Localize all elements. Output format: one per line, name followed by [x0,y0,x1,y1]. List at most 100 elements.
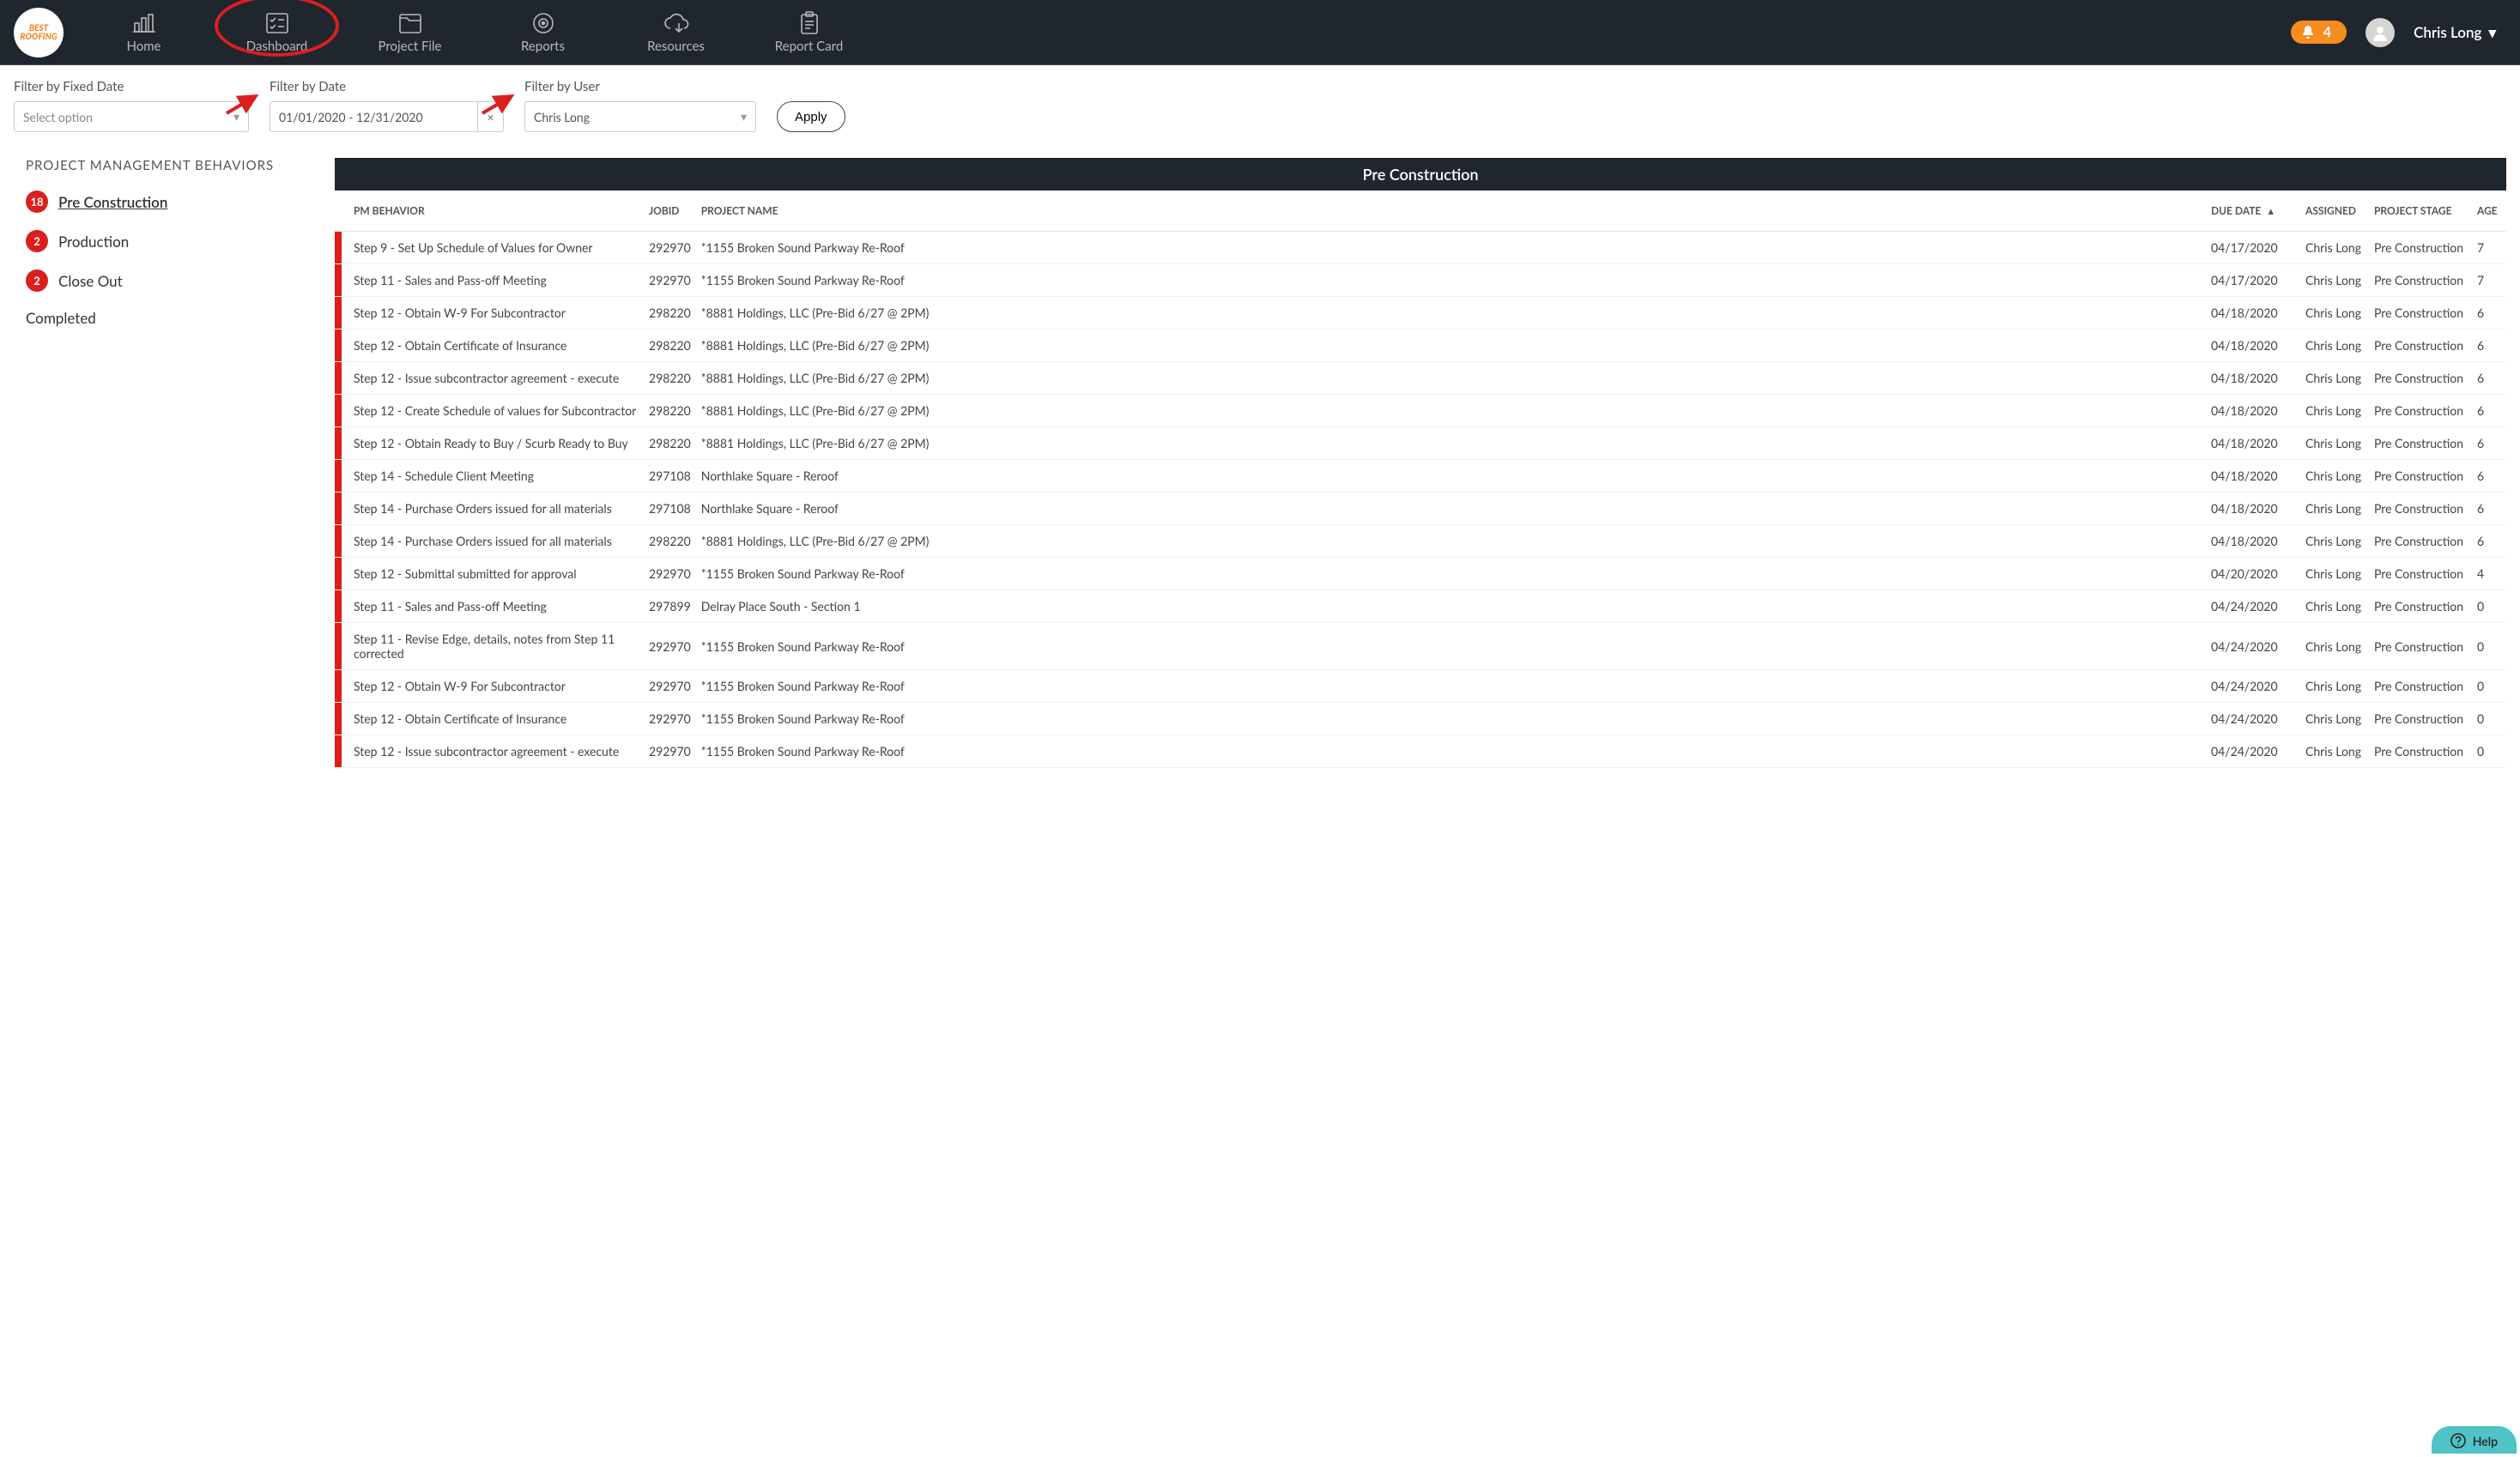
table-row[interactable]: Step 14 - Schedule Client Meeting297108N… [335,460,2506,493]
cell-pm-behavior: Step 12 - Create Schedule of values for … [354,403,636,418]
table-row[interactable]: Step 9 - Set Up Schedule of Values for O… [335,232,2506,264]
sidebar-item-production[interactable]: 2 Production [26,230,318,252]
cell-pm-behavior: Step 12 - Obtain Certificate of Insuranc… [354,338,566,353]
caret-down-icon: ▾ [233,109,239,124]
status-bar [335,297,342,329]
table-row[interactable]: Step 12 - Issue subcontractor agreement … [335,735,2506,768]
section-header: Pre Construction [335,158,2506,190]
caret-down-icon: ▾ [2488,23,2496,42]
table-row[interactable]: Step 12 - Create Schedule of values for … [335,395,2506,427]
help-label: Help [2473,1434,2498,1448]
sidebar-item-close-out[interactable]: 2 Close Out [26,269,318,292]
cell-jobid: 297108 [644,460,696,493]
cell-project-name: *1155 Broken Sound Parkway Re-Roof [696,264,2206,297]
nav-resources[interactable]: Resources [609,0,742,64]
sidebar-item-pre-construction[interactable]: 18 Pre Construction [26,190,318,213]
table-row[interactable]: Step 11 - Sales and Pass-off Meeting2978… [335,590,2506,623]
nav-label: Resources [647,39,705,54]
cell-project-name: *8881 Holdings, LLC (Pre-Bid 6/27 @ 2PM) [696,395,2206,427]
notifications-count: 4 [2323,24,2331,40]
nav-home[interactable]: Home [77,0,210,64]
table-header-row: PM BEHAVIOR JOBID PROJECT NAME DUE DATE … [335,190,2506,232]
cell-project-stage: Pre Construction [2369,558,2472,590]
nav-report-card[interactable]: Report Card [742,0,875,64]
cell-age: 4 [2472,558,2506,590]
cell-project-name: *1155 Broken Sound Parkway Re-Roof [696,232,2206,264]
table-row[interactable]: Step 12 - Obtain Certificate of Insuranc… [335,703,2506,735]
status-bar [335,395,342,426]
notifications-pill[interactable]: 4 [2291,21,2347,44]
filters-row: Filter by Fixed Date Select option ▾ Fil… [0,65,2520,141]
table-row[interactable]: Step 12 - Obtain Ready to Buy / Scurb Re… [335,427,2506,460]
brand-logo[interactable]: BEST ROOFING [0,0,77,64]
select-value: Chris Long [534,110,590,124]
cell-due-date: 04/17/2020 [2206,232,2300,264]
filter-fixed-date-label: Filter by Fixed Date [14,79,249,94]
count-badge: 2 [26,230,48,252]
filter-date-input[interactable]: 01/01/2020 - 12/31/2020 [270,101,478,132]
cell-jobid: 292970 [644,735,696,768]
cell-age: 0 [2472,703,2506,735]
filter-date-value: 01/01/2020 - 12/31/2020 [279,110,423,124]
nav-label: Dashboard [246,39,307,54]
help-widget[interactable]: Help [2432,1426,2517,1454]
user-avatar[interactable] [2366,18,2395,47]
cell-pm-behavior: Step 11 - Sales and Pass-off Meeting [354,599,547,614]
cell-due-date: 04/18/2020 [2206,493,2300,525]
cell-project-stage: Pre Construction [2369,427,2472,460]
cell-project-name: *8881 Holdings, LLC (Pre-Bid 6/27 @ 2PM) [696,297,2206,329]
table-row[interactable]: Step 12 - Obtain W-9 For Subcontractor29… [335,297,2506,329]
cell-project-name: *1155 Broken Sound Parkway Re-Roof [696,735,2206,768]
filter-fixed-date-select[interactable]: Select option ▾ [14,101,249,132]
cell-due-date: 04/18/2020 [2206,362,2300,395]
table-row[interactable]: Step 14 - Purchase Orders issued for all… [335,493,2506,525]
cell-pm-behavior: Step 11 - Revise Edge, details, notes fr… [354,632,615,661]
col-jobid[interactable]: JOBID [644,190,696,232]
cell-project-name: *8881 Holdings, LLC (Pre-Bid 6/27 @ 2PM) [696,329,2206,362]
col-project-name[interactable]: PROJECT NAME [696,190,2206,232]
cell-project-name: *8881 Holdings, LLC (Pre-Bid 6/27 @ 2PM) [696,525,2206,558]
cell-age: 6 [2472,427,2506,460]
table-row[interactable]: Step 14 - Purchase Orders issued for all… [335,525,2506,558]
nav-project-file[interactable]: Project File [343,0,476,64]
nav-dashboard[interactable]: Dashboard [210,0,343,64]
cell-jobid: 298220 [644,395,696,427]
filter-date-clear[interactable]: × [478,101,504,132]
topbar-right: 4 Chris Long ▾ [2291,0,2520,64]
filter-user-select[interactable]: Chris Long ▾ [524,101,756,132]
table-row[interactable]: Step 12 - Obtain W-9 For Subcontractor29… [335,670,2506,703]
cell-jobid: 292970 [644,670,696,703]
cell-project-stage: Pre Construction [2369,623,2472,670]
help-icon [2450,1433,2466,1448]
cell-project-name: *8881 Holdings, LLC (Pre-Bid 6/27 @ 2PM) [696,362,2206,395]
table-row[interactable]: Step 12 - Submittal submitted for approv… [335,558,2506,590]
col-pm-behavior[interactable]: PM BEHAVIOR [335,190,644,232]
nav-reports[interactable]: Reports [476,0,609,64]
table-row[interactable]: Step 11 - Sales and Pass-off Meeting2929… [335,264,2506,297]
apply-button[interactable]: Apply [777,101,845,132]
table-row[interactable]: Step 12 - Issue subcontractor agreement … [335,362,2506,395]
cell-pm-behavior: Step 14 - Purchase Orders issued for all… [354,501,612,516]
status-bar [335,558,342,589]
nav-label: Project File [379,39,442,54]
col-due-date[interactable]: DUE DATE ▲ [2206,190,2300,232]
status-bar [335,623,342,669]
cell-due-date: 04/24/2020 [2206,735,2300,768]
cell-project-name: *1155 Broken Sound Parkway Re-Roof [696,558,2206,590]
user-menu[interactable]: Chris Long ▾ [2414,23,2496,42]
cell-due-date: 04/18/2020 [2206,427,2300,460]
cell-project-stage: Pre Construction [2369,493,2472,525]
col-project-stage[interactable]: PROJECT STAGE [2369,190,2472,232]
sidebar-item-completed[interactable]: Completed [26,309,318,327]
col-age[interactable]: AGE [2472,190,2506,232]
col-assigned[interactable]: ASSIGNED [2300,190,2369,232]
filter-fixed-date: Filter by Fixed Date Select option ▾ [14,79,249,132]
table-row[interactable]: Step 11 - Revise Edge, details, notes fr… [335,623,2506,670]
cell-due-date: 04/18/2020 [2206,395,2300,427]
cell-age: 6 [2472,297,2506,329]
cell-due-date: 04/24/2020 [2206,670,2300,703]
table-row[interactable]: Step 12 - Obtain Certificate of Insuranc… [335,329,2506,362]
nav-label: Home [127,39,161,54]
sidebar-title: PROJECT MANAGEMENT BEHAVIORS [26,158,318,173]
status-bar [335,329,342,361]
